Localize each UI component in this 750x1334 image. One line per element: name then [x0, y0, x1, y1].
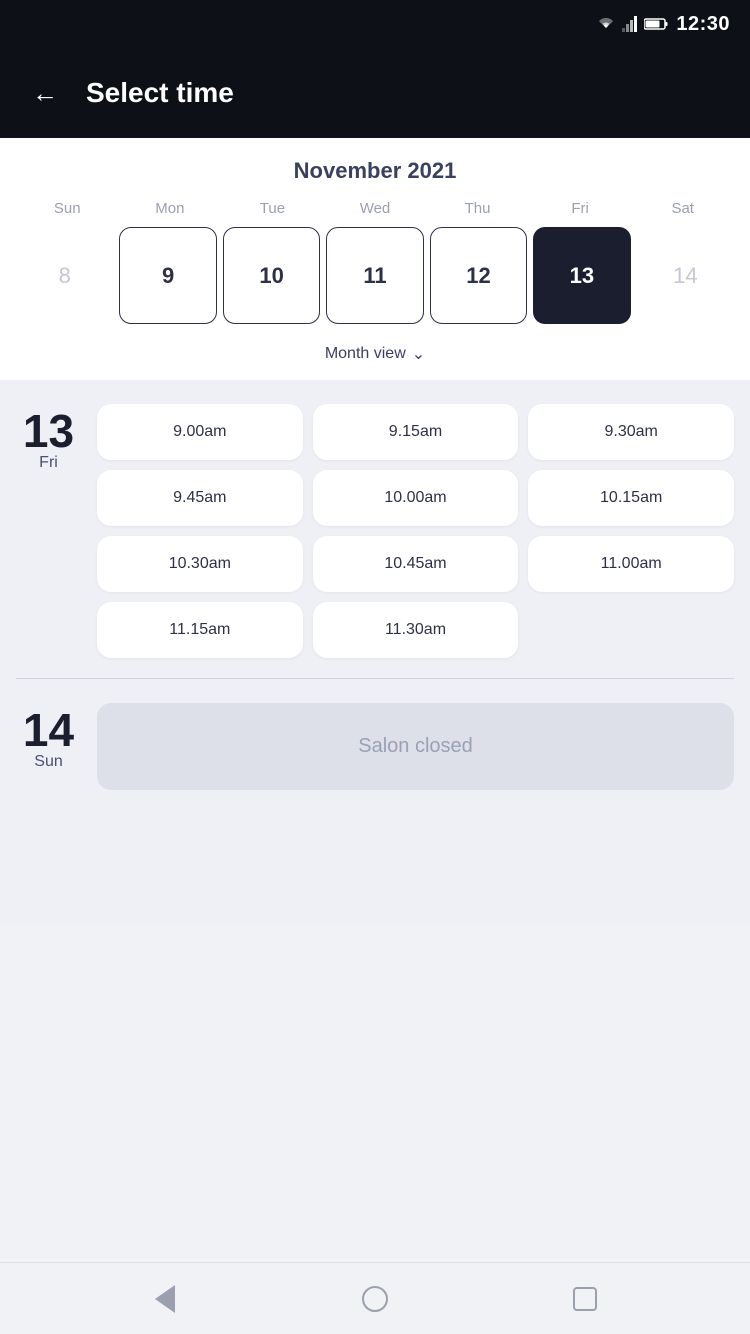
time-slot-1115am[interactable]: 11.15am	[97, 602, 303, 658]
back-button[interactable]: ←	[24, 74, 66, 113]
day-number-13: 13	[23, 408, 74, 454]
day-label-14: 14 Sun	[16, 703, 81, 771]
time-slot-945am[interactable]: 9.45am	[97, 470, 303, 526]
page-title: Select time	[86, 77, 234, 109]
date-13[interactable]: 13	[533, 227, 630, 324]
time-section: 13 Fri 9.00am 9.15am 9.30am 9.45am 10.00…	[0, 380, 750, 924]
time-slot-915am[interactable]: 9.15am	[313, 404, 519, 460]
calendar-section: November 2021 Sun Mon Tue Wed Thu Fri Sa…	[0, 138, 750, 380]
time-slot-1130am[interactable]: 11.30am	[313, 602, 519, 658]
day-name-14: Sun	[34, 753, 62, 771]
signal-icon	[622, 16, 638, 32]
time-slot-1015am[interactable]: 10.15am	[528, 470, 734, 526]
time-slots-grid-13: 9.00am 9.15am 9.30am 9.45am 10.00am 10.1…	[97, 404, 734, 658]
weekday-sun: Sun	[16, 200, 119, 217]
back-nav-icon	[155, 1285, 175, 1313]
time-slot-1045am[interactable]: 10.45am	[313, 536, 519, 592]
weekday-thu: Thu	[426, 200, 529, 217]
weekday-wed: Wed	[324, 200, 427, 217]
weekdays-row: Sun Mon Tue Wed Thu Fri Sat	[16, 200, 734, 217]
recents-nav-button[interactable]	[563, 1277, 607, 1321]
status-bar: 12:30	[0, 0, 750, 48]
time-slot-1000am[interactable]: 10.00am	[313, 470, 519, 526]
day-divider	[16, 678, 734, 679]
date-12[interactable]: 12	[430, 227, 527, 324]
month-view-label: Month view	[325, 345, 406, 363]
date-11[interactable]: 11	[326, 227, 423, 324]
date-14[interactable]: 14	[637, 227, 734, 324]
time-slot-1100am[interactable]: 11.00am	[528, 536, 734, 592]
bottom-navigation	[0, 1262, 750, 1334]
date-9[interactable]: 9	[119, 227, 216, 324]
home-nav-button[interactable]	[353, 1277, 397, 1321]
day-label-13: 13 Fri	[16, 404, 81, 658]
day-number-14: 14	[23, 707, 74, 753]
dates-row: 8 9 10 11 12 13 14	[16, 227, 734, 324]
weekday-tue: Tue	[221, 200, 324, 217]
day-block-13: 13 Fri 9.00am 9.15am 9.30am 9.45am 10.00…	[16, 404, 734, 658]
status-time: 12:30	[676, 13, 730, 36]
time-slot-900am[interactable]: 9.00am	[97, 404, 303, 460]
salon-closed-label: Salon closed	[358, 735, 473, 757]
date-10[interactable]: 10	[223, 227, 320, 324]
header: ← Select time	[0, 48, 750, 138]
date-8[interactable]: 8	[16, 227, 113, 324]
battery-icon	[644, 17, 668, 31]
chevron-down-icon: ⌄	[412, 344, 425, 364]
day-name-13: Fri	[39, 454, 58, 472]
recents-nav-icon	[573, 1287, 597, 1311]
month-view-button[interactable]: Month view ⌄	[16, 336, 734, 372]
day-block-14: 14 Sun Salon closed	[16, 703, 734, 790]
time-slot-930am[interactable]: 9.30am	[528, 404, 734, 460]
home-nav-icon	[362, 1286, 388, 1312]
status-icons	[596, 16, 668, 32]
salon-closed-banner: Salon closed	[97, 703, 734, 790]
weekday-fri: Fri	[529, 200, 632, 217]
weekday-sat: Sat	[631, 200, 734, 217]
back-nav-button[interactable]	[143, 1277, 187, 1321]
time-slot-1030am[interactable]: 10.30am	[97, 536, 303, 592]
weekday-mon: Mon	[119, 200, 222, 217]
month-year-label: November 2021	[16, 158, 734, 184]
wifi-icon	[596, 17, 616, 31]
